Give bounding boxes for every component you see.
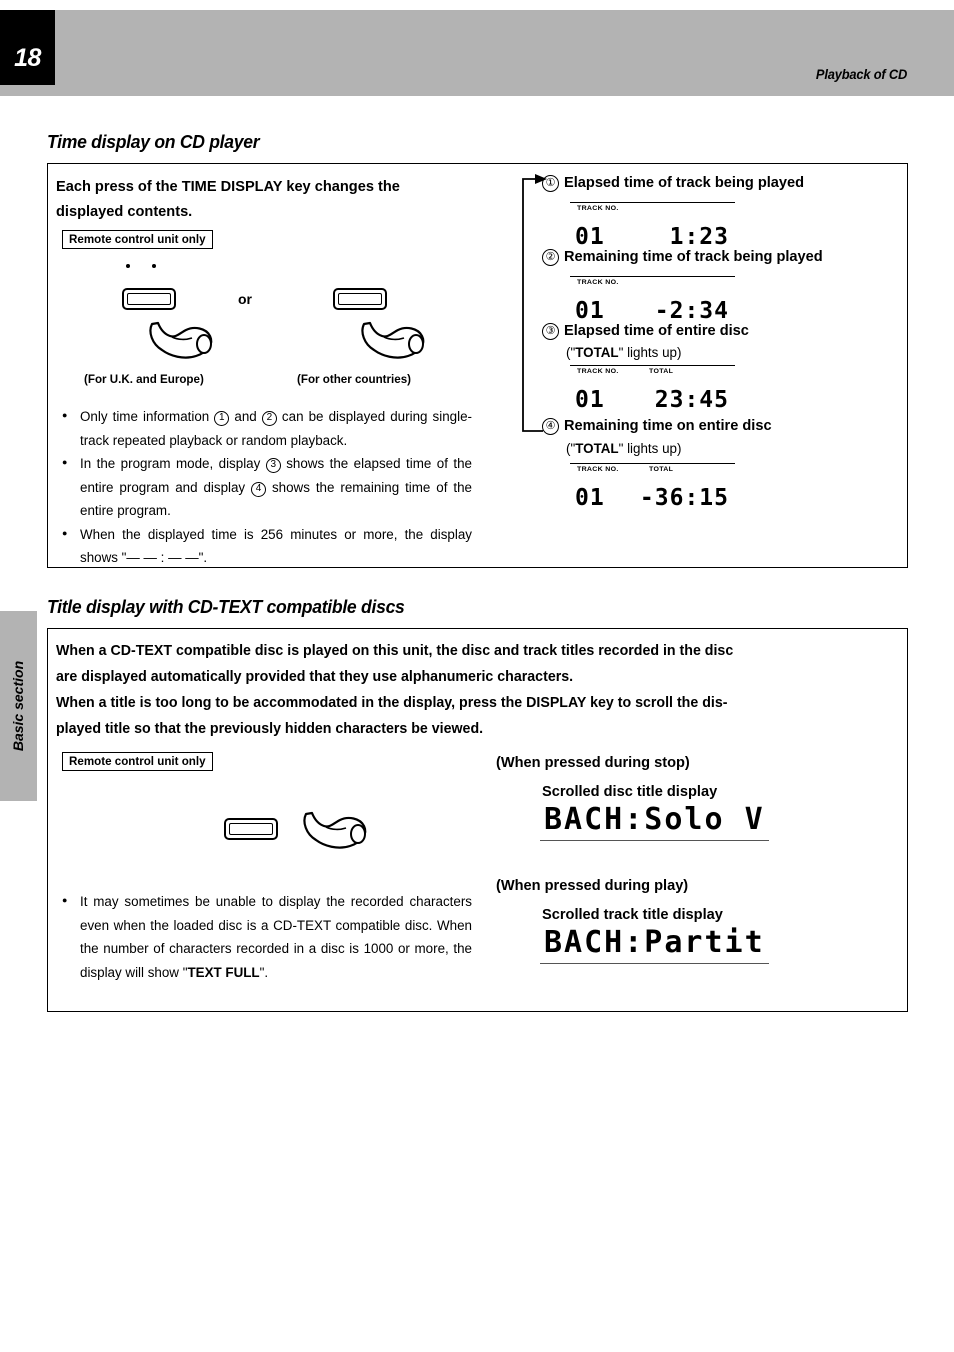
note-bold-3: TOTAL bbox=[575, 345, 619, 360]
item-note-3: ("TOTAL" lights up) bbox=[566, 345, 681, 360]
lcd-time-value-1: 1:23 bbox=[669, 224, 729, 250]
lcd-total-label-3: TOTAL bbox=[649, 368, 674, 375]
inline-circled-number: 1 bbox=[214, 411, 230, 426]
section-heading-time-display: Time display on CD player bbox=[47, 131, 260, 152]
inline-circled-number: 2 bbox=[261, 411, 277, 426]
lcd-track-label-4: TRACK NO. bbox=[577, 466, 619, 473]
note-pre-4: (" bbox=[566, 441, 576, 456]
display-item-1: ① Elapsed time of track being played bbox=[542, 175, 804, 192]
page-number: 18 bbox=[14, 44, 41, 72]
note-post-3: " lights up) bbox=[618, 345, 682, 360]
intro-line-4: played title so that the previously hidd… bbox=[56, 721, 484, 737]
list-item: Only time information 1 and 2 can be dis… bbox=[60, 404, 472, 452]
running-title: Playback of CD bbox=[815, 66, 907, 82]
pointing-hand-icon-1 bbox=[149, 321, 213, 359]
item-note-4: ("TOTAL" lights up) bbox=[566, 441, 681, 456]
side-tab-label: Basic section bbox=[10, 660, 26, 752]
item-title-1: Elapsed time of track being played bbox=[564, 175, 805, 191]
item-number-1: ① bbox=[542, 175, 559, 192]
list-item: In the program mode, display 3 shows the… bbox=[60, 451, 472, 523]
item-number-2: ② bbox=[542, 249, 559, 266]
section-heading-title-display: Title display with CD-TEXT compatible di… bbox=[47, 596, 405, 617]
lcd-time-value-3: 23:45 bbox=[654, 387, 729, 413]
note-bold-4: TOTAL bbox=[575, 441, 619, 456]
lcd-panel-2: TRACK NO. 01 -2:34 bbox=[570, 276, 735, 323]
cdtext-notes: It may sometimes be unable to display th… bbox=[60, 889, 472, 984]
cdtext-note-tail: ". bbox=[259, 964, 269, 980]
caption-other-countries: (For other countries) bbox=[297, 373, 412, 386]
led-dot-icon-2 bbox=[152, 264, 156, 268]
lcd-track-value-4: 01 bbox=[575, 485, 605, 511]
lcd-time-value-2: -2:34 bbox=[654, 298, 729, 324]
scrolled-disc-title-label: Scrolled disc title display bbox=[542, 784, 718, 800]
display-item-3: ③ Elapsed time of entire disc bbox=[542, 323, 749, 340]
caption-uk-europe: (For U.K. and Europe) bbox=[84, 373, 204, 386]
item-number-4: ④ bbox=[542, 418, 559, 435]
inline-circled-number: 4 bbox=[251, 481, 267, 497]
display-key[interactable] bbox=[224, 818, 278, 840]
track-title-display: BACH:Partit bbox=[540, 925, 769, 964]
remote-key-uk[interactable] bbox=[122, 288, 176, 310]
lead-line-2: displayed contents. bbox=[56, 204, 193, 220]
time-display-notes: Only time information 1 and 2 can be dis… bbox=[60, 404, 472, 570]
lcd-track-label-3: TRACK NO. bbox=[577, 368, 619, 375]
cdtext-note-bold: TEXT FULL bbox=[187, 964, 260, 980]
disc-title-display: BACH:Solo V bbox=[540, 802, 769, 841]
remote-key-other[interactable] bbox=[333, 288, 387, 310]
lcd-panel-3: TRACK NO. TOTAL 01 23:45 bbox=[570, 365, 735, 412]
item-title-3: Elapsed time of entire disc bbox=[564, 323, 749, 339]
note-pre-3: (" bbox=[566, 345, 576, 360]
track-title-text: BACH:Partit bbox=[540, 925, 769, 964]
or-label: or bbox=[238, 291, 252, 307]
led-dot-icon-1 bbox=[126, 264, 130, 268]
pointing-hand-icon-3 bbox=[303, 811, 367, 849]
side-tab: Basic section bbox=[0, 611, 37, 801]
lcd-track-label-1: TRACK NO. bbox=[577, 205, 619, 212]
pointing-hand-icon-2 bbox=[361, 321, 425, 359]
header-band bbox=[0, 10, 954, 96]
lcd-track-label-2: TRACK NO. bbox=[577, 279, 619, 286]
manual-page: 18 Playback of CD Basic section Time dis… bbox=[0, 0, 954, 1352]
cdtext-intro: When a CD-TEXT compatible disc is played… bbox=[56, 638, 910, 742]
item-number-3: ③ bbox=[542, 323, 559, 340]
note-post-4: " lights up) bbox=[618, 441, 682, 456]
time-display-lead: Each press of the TIME DISPLAY key chang… bbox=[56, 175, 476, 225]
list-item: When the displayed time is 256 minutes o… bbox=[60, 522, 472, 570]
lcd-time-value-4: -36:15 bbox=[639, 485, 729, 511]
stop-case-label: (When pressed during stop) bbox=[496, 755, 690, 771]
item-title-4: Remaining time on entire disc bbox=[564, 418, 772, 434]
lcd-total-label-4: TOTAL bbox=[649, 466, 674, 473]
lead-line-1: Each press of the TIME DISPLAY key chang… bbox=[56, 179, 400, 195]
intro-line-3: When a title is too long to be accommoda… bbox=[56, 695, 728, 711]
lcd-panel-1: TRACK NO. 01 1:23 bbox=[570, 202, 735, 249]
item-title-2: Remaining time of track being played bbox=[564, 249, 823, 265]
remote-only-tag-1: Remote control unit only bbox=[62, 230, 213, 249]
remote-only-tag-2: Remote control unit only bbox=[62, 752, 213, 771]
inline-circled-number: 3 bbox=[265, 458, 281, 473]
cdtext-note-text: It may sometimes be unable to display th… bbox=[80, 894, 472, 980]
cycle-loop-connector bbox=[513, 174, 549, 436]
lcd-track-value-1: 01 bbox=[575, 224, 605, 250]
lcd-panel-4: TRACK NO. TOTAL 01 -36:15 bbox=[570, 463, 735, 510]
disc-title-text: BACH:Solo V bbox=[540, 802, 769, 841]
intro-line-1: When a CD-TEXT compatible disc is played… bbox=[56, 643, 734, 659]
scrolled-track-title-label: Scrolled track title display bbox=[542, 907, 723, 923]
play-case-label: (When pressed during play) bbox=[496, 878, 689, 894]
display-item-4: ④ Remaining time on entire disc bbox=[542, 418, 772, 435]
lcd-track-value-2: 01 bbox=[575, 298, 605, 324]
lcd-track-value-3: 01 bbox=[575, 387, 605, 413]
list-item: It may sometimes be unable to display th… bbox=[60, 889, 472, 984]
display-item-2: ② Remaining time of track being played bbox=[542, 249, 823, 266]
intro-line-2: are displayed automatically provided tha… bbox=[56, 669, 574, 685]
